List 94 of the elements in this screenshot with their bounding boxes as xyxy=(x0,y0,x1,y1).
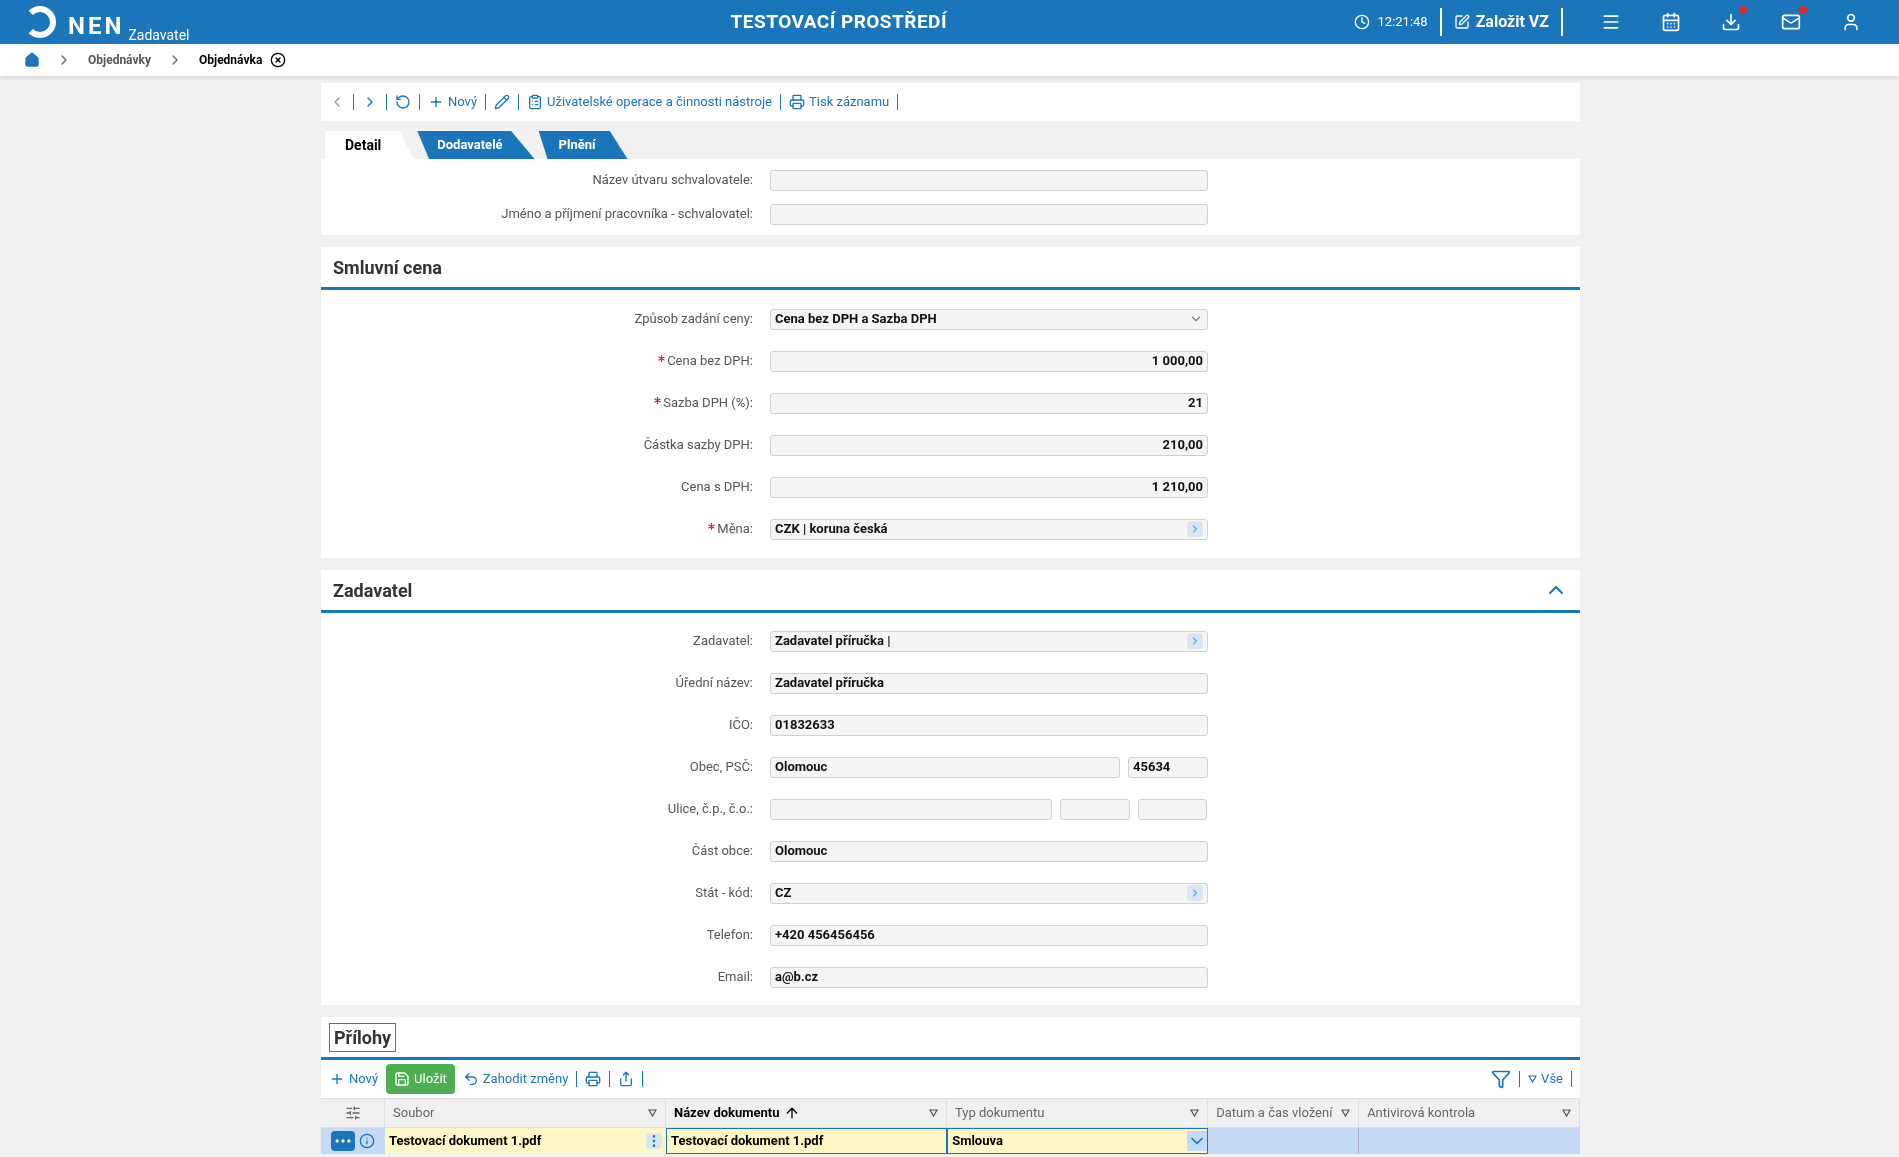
new-button[interactable]: Nový xyxy=(428,92,478,112)
home-icon[interactable] xyxy=(24,52,40,68)
column-settings-icon[interactable] xyxy=(344,1105,361,1121)
select-field[interactable]: Cena bez DPH a Sazba DPH xyxy=(770,308,1208,330)
input-field[interactable]: +420 456456456 xyxy=(770,924,1208,946)
more-icon[interactable] xyxy=(646,1133,663,1149)
field-label: Cena s DPH: xyxy=(681,478,753,497)
field-label: Měna: xyxy=(708,519,753,539)
tab[interactable]: Dodavatelé xyxy=(417,131,535,159)
operations-button[interactable]: Uživatelské operace a činnosti nástroje xyxy=(527,92,772,112)
refresh-icon[interactable] xyxy=(395,94,411,110)
print-icon[interactable] xyxy=(585,1071,602,1087)
tab[interactable]: Detail xyxy=(325,131,414,159)
breadcrumb-link[interactable]: Objednávka xyxy=(199,51,263,69)
filter-icon[interactable] xyxy=(1528,1075,1538,1083)
export-icon[interactable] xyxy=(618,1071,635,1087)
table-row[interactable]: Testovací dokument 1.pdf Testovací dokument 1.pdf Smlouva xyxy=(321,1128,1580,1154)
field-label: Sazba DPH (%): xyxy=(654,393,753,413)
field-label: IČO: xyxy=(728,716,753,735)
plus-icon xyxy=(428,94,444,110)
print-button[interactable]: Tisk záznamu xyxy=(789,92,890,112)
field-label: Zadavatel: xyxy=(693,632,753,651)
filter-icon[interactable] xyxy=(1562,1109,1571,1117)
plus-icon xyxy=(329,1071,345,1087)
section-title: Přílohy xyxy=(329,1022,397,1052)
field-label: Stát - kód: xyxy=(695,884,753,903)
field-label: Úřední název: xyxy=(675,674,753,693)
input-field[interactable]: Olomouc xyxy=(770,756,1120,778)
input-field[interactable]: Zadavatel příručka xyxy=(770,672,1208,694)
undo-icon xyxy=(462,1071,479,1087)
column-header[interactable]: Název dokumentu xyxy=(666,1099,947,1127)
filter-icon[interactable] xyxy=(1341,1109,1351,1117)
environment-title: TESTOVACÍ PROSTŘEDÍ xyxy=(730,8,947,35)
lookup-field[interactable]: CZ xyxy=(770,882,1208,904)
required-icon xyxy=(658,355,666,363)
field-label: Způsob zadání ceny: xyxy=(634,310,753,329)
input-field[interactable]: 01832633 xyxy=(770,714,1208,736)
filter-icon[interactable] xyxy=(648,1109,657,1117)
filter-icon[interactable] xyxy=(928,1109,938,1117)
input-field[interactable] xyxy=(770,203,1208,225)
app-subtitle: Zadavatel xyxy=(128,28,190,42)
required-icon xyxy=(708,523,716,531)
field-label: Obec, PSČ: xyxy=(689,758,753,777)
column-header[interactable]: Typ dokumentu xyxy=(946,1099,1209,1127)
edit-icon xyxy=(1453,14,1470,30)
input-field[interactable]: 45634 xyxy=(1128,756,1208,778)
required-icon xyxy=(654,397,662,405)
input-field[interactable]: Olomouc xyxy=(770,840,1208,862)
section-title: Smluvní cena xyxy=(333,255,442,280)
column-header[interactable]: Antivirová kontrola xyxy=(1359,1099,1580,1127)
field-label: Ulice, č.p., č.o.: xyxy=(667,800,753,819)
field-label: Telefon: xyxy=(706,926,753,945)
dropdown-icon[interactable] xyxy=(1187,1131,1208,1151)
field-label: Jméno a příjmení pracovníka - schvalovatel: xyxy=(501,205,753,224)
input-field[interactable] xyxy=(1060,798,1130,820)
table-cell-text: Smlouva xyxy=(952,1132,1003,1151)
input-field[interactable]: 210,00 xyxy=(770,434,1208,456)
clock-icon xyxy=(1353,14,1370,30)
input-field[interactable]: 1 210,00 xyxy=(770,476,1208,498)
clipboard-icon xyxy=(527,94,544,110)
filter-icon[interactable] xyxy=(1190,1109,1200,1117)
new-button[interactable]: Nový xyxy=(329,1069,379,1089)
lookup-field[interactable]: Zadavatel příručka | xyxy=(770,630,1208,652)
clock-time: 12:21:48 xyxy=(1377,13,1428,32)
filter-icon[interactable] xyxy=(1491,1069,1512,1089)
column-header[interactable]: Datum a čas vložení xyxy=(1208,1099,1360,1127)
row-actions-icon[interactable] xyxy=(331,1131,356,1151)
section-title: Zadavatel xyxy=(333,578,413,603)
save-icon xyxy=(394,1071,411,1087)
input-field[interactable] xyxy=(1138,798,1207,820)
breadcrumb-link[interactable]: Objednávky xyxy=(88,51,151,69)
input-field[interactable]: 1 000,00 xyxy=(770,350,1208,372)
field-label: Název útvaru schvalovatele: xyxy=(592,171,753,190)
logo[interactable]: NEN xyxy=(68,14,125,38)
close-icon[interactable] xyxy=(270,52,287,68)
info-icon[interactable] xyxy=(359,1133,376,1149)
field-label: Částka sazby DPH: xyxy=(643,436,753,455)
field-label: Část obce: xyxy=(691,842,753,861)
table-cell-text: Testovací dokument 1.pdf xyxy=(389,1132,542,1151)
filter-all-button[interactable]: Vše xyxy=(1528,1069,1563,1089)
tab[interactable]: Plnění xyxy=(538,131,628,159)
field-label: Email: xyxy=(717,968,753,987)
table-cell[interactable]: Testovací dokument 1.pdf xyxy=(666,1128,948,1154)
create-button[interactable]: Založit VZ xyxy=(1453,10,1549,34)
column-header[interactable]: Soubor xyxy=(385,1099,666,1127)
discard-button[interactable]: Zahodit změny xyxy=(462,1069,569,1089)
input-field[interactable]: a@b.cz xyxy=(770,966,1208,988)
lookup-field[interactable]: CZK | koruna česká xyxy=(770,518,1208,540)
input-field[interactable]: 21 xyxy=(770,392,1208,414)
edit-icon[interactable] xyxy=(494,94,511,110)
input-field[interactable] xyxy=(770,169,1208,191)
field-label: Cena bez DPH: xyxy=(658,351,753,371)
input-field[interactable] xyxy=(770,798,1052,820)
print-icon xyxy=(789,94,805,110)
